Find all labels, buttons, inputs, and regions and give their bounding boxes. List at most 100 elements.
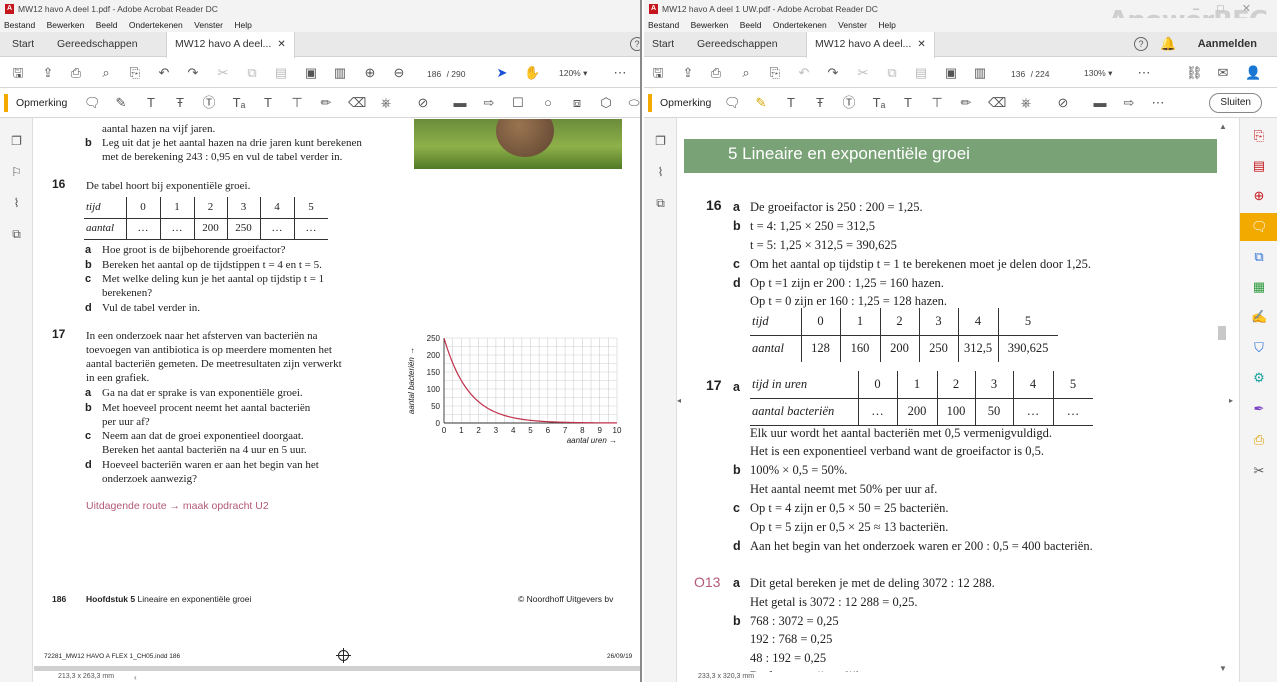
cloud-icon[interactable]: ⬭ xyxy=(626,95,640,111)
help-icon[interactable]: ? xyxy=(1134,37,1148,51)
zoom-level[interactable]: 120% ▾ xyxy=(559,65,587,81)
share-icon[interactable]: ⎘ xyxy=(767,65,783,81)
underline-text-icon[interactable]: T xyxy=(143,95,159,111)
tab-tools[interactable]: Gereedschappen xyxy=(697,32,778,57)
save-icon[interactable]: 🖫 xyxy=(650,65,666,81)
scroll-up-icon[interactable]: ▲ xyxy=(1219,122,1227,131)
tab-start[interactable]: Start xyxy=(12,32,34,57)
rectangle-icon[interactable]: ☐ xyxy=(510,95,526,111)
close-tab-icon[interactable]: ✕ xyxy=(277,39,285,50)
line-icon[interactable]: ▬ xyxy=(1092,95,1108,111)
paste-icon[interactable]: ▤ xyxy=(913,65,929,81)
link-icon[interactable]: ⛓ xyxy=(1186,65,1203,81)
more-tools-icon[interactable]: ⋯ xyxy=(612,65,628,81)
page-indicator[interactable]: 186 / 290 xyxy=(424,65,465,83)
protect-icon[interactable]: ⛉ xyxy=(1251,340,1267,356)
help-icon[interactable]: ? xyxy=(630,37,640,51)
notification-bell-icon[interactable]: 🔔 xyxy=(1160,36,1176,52)
send-file-icon[interactable]: ⎙ xyxy=(1251,432,1267,448)
expand-pane-icon[interactable]: ▸ xyxy=(1229,396,1233,405)
page-view-icon[interactable]: ▥ xyxy=(972,65,988,81)
user-settings-icon[interactable]: 👤 xyxy=(1245,65,1261,81)
attach-icon[interactable]: ⊘ xyxy=(1055,95,1071,111)
sign-in-button[interactable]: Aanmelden xyxy=(1198,32,1257,57)
cut-icon[interactable]: ✂ xyxy=(855,65,871,81)
arrow-icon[interactable]: ⇨ xyxy=(1121,95,1137,111)
undo-icon[interactable]: ↶ xyxy=(156,65,172,81)
hand-tool-icon[interactable]: ✋ xyxy=(524,65,540,81)
bookmark-icon[interactable]: ⚐ xyxy=(9,165,24,180)
undo-icon[interactable]: ↶ xyxy=(796,65,812,81)
more-tools-icon[interactable]: ✂ xyxy=(1251,463,1267,479)
insert-text-icon[interactable]: Tₐ xyxy=(231,95,247,111)
strikethrough-icon[interactable]: Ŧ xyxy=(812,95,828,111)
strikethrough-icon[interactable]: Ŧ xyxy=(172,95,188,111)
menu-bestand[interactable]: Bestand xyxy=(648,20,679,30)
fill-sign-icon[interactable]: ✍ xyxy=(1251,309,1267,325)
sticky-note-icon[interactable]: 🗨 xyxy=(84,95,101,111)
create-pdf-icon[interactable]: ⊕ xyxy=(1251,188,1267,204)
page-indicator[interactable]: 136 / 224 xyxy=(1008,65,1049,83)
menu-help[interactable]: Help xyxy=(878,20,895,30)
scroll-left-icon[interactable]: ‹ xyxy=(134,673,137,682)
select-cursor-icon[interactable]: ➤ xyxy=(494,65,510,81)
menu-bestand[interactable]: Bestand xyxy=(4,20,35,30)
search-icon[interactable]: ⌕ xyxy=(98,65,114,81)
tab-tools[interactable]: Gereedschappen xyxy=(57,32,138,57)
send-for-signature-icon[interactable]: ✒ xyxy=(1251,401,1267,417)
horizontal-scrollbar[interactable] xyxy=(34,666,640,671)
eraser-icon[interactable]: ⌫ xyxy=(348,95,366,111)
line-icon[interactable]: ▬ xyxy=(452,95,468,111)
highlight-icon[interactable]: ✎ xyxy=(113,95,129,111)
menu-bewerken[interactable]: Bewerken xyxy=(691,20,729,30)
combine-files-icon[interactable]: ⧉ xyxy=(1251,249,1267,265)
email-icon[interactable]: ✉ xyxy=(1215,65,1231,81)
export-pdf-icon[interactable]: ⎘ xyxy=(1251,128,1267,144)
insert-text-icon[interactable]: Tₐ xyxy=(871,95,887,111)
attachments-icon[interactable]: ⌇ xyxy=(653,165,668,180)
zoom-level[interactable]: 130% ▾ xyxy=(1084,65,1112,81)
upload-icon[interactable]: ⇪ xyxy=(40,65,56,81)
menu-beeld[interactable]: Beeld xyxy=(740,20,762,30)
menu-venster[interactable]: Venster xyxy=(838,20,867,30)
snapshot-icon[interactable]: ▣ xyxy=(303,65,319,81)
copy-icon[interactable]: ⧉ xyxy=(884,65,900,81)
share-icon[interactable]: ⎘ xyxy=(127,65,143,81)
vertical-scrollbar-thumb[interactable] xyxy=(1218,326,1226,340)
layers-icon[interactable]: ⧉ xyxy=(9,227,24,242)
redo-icon[interactable]: ↷ xyxy=(825,65,841,81)
page-thumbnails-icon[interactable]: ❐ xyxy=(653,134,668,149)
snapshot-icon[interactable]: ▣ xyxy=(943,65,959,81)
page-thumbnails-icon[interactable]: ❐ xyxy=(9,134,24,149)
previous-page-icon[interactable]: ⊕ xyxy=(362,65,378,81)
optimize-icon[interactable]: ⚙ xyxy=(1251,370,1267,386)
page-view-icon[interactable]: ▥ xyxy=(332,65,348,81)
menu-venster[interactable]: Venster xyxy=(194,20,223,30)
more-tools-icon[interactable]: ⋯ xyxy=(1136,65,1152,81)
stamp-icon[interactable]: ⎈ xyxy=(1018,95,1034,111)
polygon-icon[interactable]: ⬡ xyxy=(598,95,614,111)
collapse-pane-icon[interactable]: ◂ xyxy=(677,396,681,405)
layers-icon[interactable]: ⧉ xyxy=(653,196,668,211)
eraser-icon[interactable]: ⌫ xyxy=(988,95,1006,111)
next-page-icon[interactable]: ⊖ xyxy=(391,65,407,81)
callout-icon[interactable]: ⧈ xyxy=(569,95,585,111)
menu-bewerken[interactable]: Bewerken xyxy=(47,20,85,30)
oval-icon[interactable]: ○ xyxy=(540,95,556,111)
tab-document[interactable]: MW12 havo A deel... ✕ xyxy=(166,32,295,58)
save-icon[interactable]: 🖫 xyxy=(10,65,26,81)
pencil-icon[interactable]: ✏ xyxy=(958,95,974,111)
scroll-down-icon[interactable]: ▼ xyxy=(1219,664,1227,673)
menu-ondertekenen[interactable]: Ondertekenen xyxy=(129,20,183,30)
more-comment-tools-icon[interactable]: ⋯ xyxy=(1150,95,1166,111)
page-number-input[interactable]: 136 xyxy=(1008,65,1029,83)
page-number-input[interactable]: 186 xyxy=(424,65,445,83)
print-icon[interactable]: ⎙ xyxy=(68,65,84,81)
close-comment-button[interactable]: Sluiten xyxy=(1209,93,1262,113)
paste-icon[interactable]: ▤ xyxy=(273,65,289,81)
edit-pdf-icon[interactable]: ▦ xyxy=(1251,279,1267,295)
tab-start[interactable]: Start xyxy=(652,32,674,57)
stamp-icon[interactable]: ⎈ xyxy=(378,95,394,111)
challenge-route-link[interactable]: Uitdagende route → maak opdracht U2 xyxy=(86,500,269,512)
underline-text-icon[interactable]: T xyxy=(783,95,799,111)
